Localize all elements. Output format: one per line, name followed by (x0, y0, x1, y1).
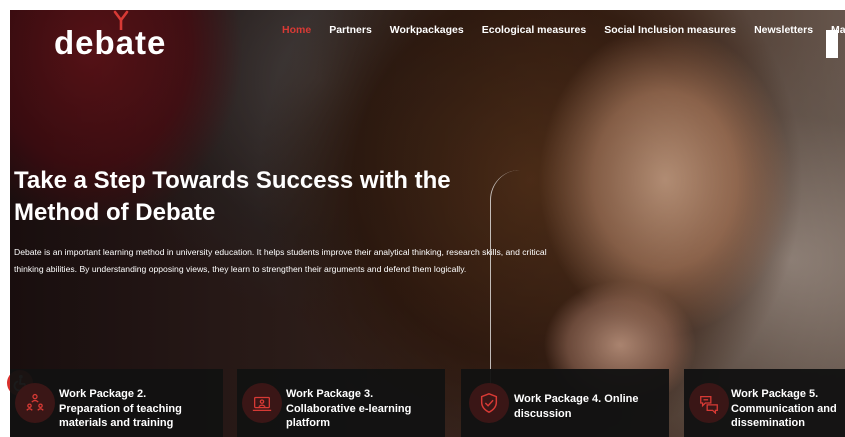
card-icon-circle (469, 383, 509, 423)
card-title-line-1: Work Package 5. (731, 388, 819, 400)
work-package-card-3[interactable]: Work Package 3. Collaborative e-learning… (237, 369, 445, 437)
card-icon-circle (15, 383, 55, 423)
card-title: Work Package 2. Preparation of teaching … (59, 387, 182, 431)
hero-description: Debate is an important learning method i… (14, 247, 547, 274)
card-title-line-1: Work Package 3. (286, 388, 374, 400)
hero-title-line-2: Method of Debate (14, 199, 216, 227)
card-title-line-3: platform (286, 417, 330, 430)
logo-text: debate (54, 24, 167, 61)
card-title-line-3: dissemination (731, 417, 805, 430)
people-network-icon (26, 393, 44, 411)
menu-toggle-button[interactable] (826, 30, 838, 58)
logo-mark-icon (113, 10, 129, 30)
card-title-line-2: Collaborative e-learning (286, 402, 412, 415)
hero-title: Take a Step Towards Success with the Met… (14, 165, 534, 229)
site-header: debate Home Partners Workpackages Ecolog… (10, 10, 845, 60)
nav-item-social-inclusion-measures[interactable]: Social Inclusion measures (604, 24, 736, 36)
work-package-card-2[interactable]: Work Package 2. Preparation of teaching … (10, 369, 223, 437)
card-title-line-1: Work Package 2. (59, 388, 147, 400)
nav-item-partners[interactable]: Partners (329, 24, 372, 36)
card-title-line-2: discussion (514, 407, 572, 420)
card-title: Work Package 5. Communication and dissem… (731, 387, 837, 431)
shield-check-icon (480, 393, 498, 413)
card-title-line-1: Work Package 4. Online (514, 393, 639, 405)
card-icon-circle (242, 383, 282, 423)
site-logo[interactable]: debate (54, 10, 204, 62)
card-title-line-2: Preparation of teaching (59, 402, 182, 415)
chat-bubbles-icon (700, 395, 718, 414)
card-title-line-2: Communication and (731, 402, 837, 415)
card-title: Work Package 3. Collaborative e-learning… (286, 387, 411, 431)
card-title: Work Package 4. Online discussion (514, 392, 639, 421)
card-icon-circle (689, 383, 729, 423)
nav-item-home[interactable]: Home (282, 24, 311, 36)
work-package-card-4[interactable]: Work Package 4. Online discussion (461, 369, 669, 437)
work-package-card-5[interactable]: Work Package 5. Communication and dissem… (684, 369, 845, 437)
hero-title-line-1: Take a Step Towards Success with the (14, 167, 451, 194)
main-navigation: Home Partners Workpackages Ecological me… (282, 24, 845, 36)
nav-item-ecological-measures[interactable]: Ecological measures (482, 24, 586, 36)
nav-item-newsletters[interactable]: Newsletters (754, 24, 813, 36)
card-title-line-3: materials and training (59, 417, 174, 430)
elearning-screen-icon (252, 396, 272, 411)
nav-item-workpackages[interactable]: Workpackages (390, 24, 464, 36)
